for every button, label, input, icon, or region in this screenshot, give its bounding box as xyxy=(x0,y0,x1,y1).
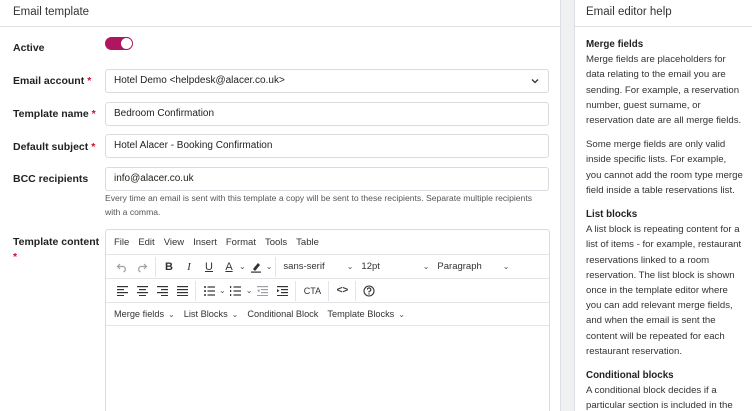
redo-icon[interactable] xyxy=(132,257,152,277)
highlight-icon[interactable] xyxy=(246,257,266,277)
help-heading-list-blocks: List blocks xyxy=(586,209,638,221)
chevron-down-icon[interactable]: ⌄ xyxy=(266,262,273,271)
active-label: Active xyxy=(13,42,45,54)
editor-toolbar-1: B I U A ⌄ ⌄ sans-serif ⌄ 12pt ⌄ Paragrap… xyxy=(106,254,549,278)
toolbar-divider xyxy=(328,280,330,301)
active-toggle[interactable] xyxy=(105,37,133,50)
help-paragraph: A list block is repeating content for a … xyxy=(586,224,742,357)
chevron-down-icon: ⌄ xyxy=(398,309,405,319)
chevron-down-icon[interactable]: ⌄ xyxy=(239,262,246,271)
chevron-down-icon: ⌄ xyxy=(502,262,510,271)
chevron-down-icon: ⌄ xyxy=(231,309,239,319)
template-content-label: Template content * xyxy=(13,236,100,263)
help-heading-conditional-blocks: Conditional blocks xyxy=(586,370,674,382)
chevron-down-icon: ⌄ xyxy=(346,262,354,271)
email-template-panel: Email template Active Email account * Hot… xyxy=(0,0,561,411)
numbered-list-icon[interactable] xyxy=(226,281,246,301)
align-justify-icon[interactable] xyxy=(172,281,192,301)
template-name-input[interactable]: Bedroom Confirmation xyxy=(105,102,549,126)
block-format-select[interactable]: Paragraph ⌄ xyxy=(433,257,513,277)
merge-fields-menu[interactable]: Merge fields ⌄ xyxy=(114,309,175,319)
menu-view[interactable]: View xyxy=(164,237,184,248)
toolbar-divider xyxy=(355,280,357,301)
bullet-list-icon[interactable] xyxy=(199,281,219,301)
help-paragraph: Some merge fields are only valid inside … xyxy=(586,139,743,196)
template-blocks-bar: Merge fields ⌄ List Blocks ⌄ Conditional B… xyxy=(106,302,549,326)
toolbar-divider xyxy=(275,256,277,277)
chevron-down-icon: ⌄ xyxy=(422,262,430,271)
align-center-icon[interactable] xyxy=(132,281,152,301)
chevron-down-icon: ⌄ xyxy=(168,309,175,319)
chevron-down-icon xyxy=(531,79,539,84)
indent-icon[interactable] xyxy=(272,281,292,301)
align-left-icon[interactable] xyxy=(112,281,132,301)
template-blocks-menu[interactable]: Template Blocks ⌄ xyxy=(327,309,405,319)
menu-insert[interactable]: Insert xyxy=(193,237,217,248)
cta-button[interactable]: CTA xyxy=(299,281,325,301)
panel-title: Email template xyxy=(0,0,560,27)
email-editor-help-panel: Email editor help Merge fields Merge fie… xyxy=(574,0,752,411)
font-family-select[interactable]: sans-serif ⌄ xyxy=(279,257,357,277)
undo-icon[interactable] xyxy=(112,257,132,277)
email-account-label: Email account * xyxy=(13,75,92,87)
block-format-value: Paragraph xyxy=(437,261,482,272)
source-code-icon[interactable]: <> xyxy=(332,281,352,301)
default-subject-input[interactable]: Hotel Alacer - Booking Confirmation xyxy=(105,134,549,158)
underline-icon[interactable]: U xyxy=(199,257,219,277)
toolbar-divider xyxy=(155,256,156,277)
bcc-label: BCC recipients xyxy=(13,173,89,185)
email-account-value: Hotel Demo <helpdesk@alacer.co.uk> xyxy=(114,75,285,86)
help-icon[interactable] xyxy=(359,281,379,301)
email-account-select[interactable]: Hotel Demo <helpdesk@alacer.co.uk> xyxy=(105,69,549,93)
bcc-value: info@alacer.co.uk xyxy=(114,173,194,184)
help-heading-merge-fields: Merge fields xyxy=(586,39,644,50)
menu-table[interactable]: Table xyxy=(296,237,319,248)
help-paragraph: A conditional block decides if a particu… xyxy=(586,385,733,411)
help-paragraph: Merge fields are placeholders for data r… xyxy=(586,54,742,127)
font-size-value: 12pt xyxy=(361,261,380,272)
conditional-block-button[interactable]: Conditional Block xyxy=(247,309,318,319)
template-name-value: Bedroom Confirmation xyxy=(114,108,215,119)
bcc-help-text: Every time an email is sent with this te… xyxy=(105,193,533,217)
default-subject-label: Default subject * xyxy=(13,141,96,153)
template-name-label: Template name * xyxy=(13,108,96,120)
editor-menubar: File Edit View Insert Format Tools Table xyxy=(106,230,549,254)
toggle-knob xyxy=(121,38,132,49)
chevron-down-icon[interactable]: ⌄ xyxy=(219,286,226,295)
outdent-icon[interactable] xyxy=(252,281,272,301)
default-subject-value: Hotel Alacer - Booking Confirmation xyxy=(114,140,273,151)
rich-text-editor: File Edit View Insert Format Tools Table… xyxy=(105,229,550,411)
font-size-select[interactable]: 12pt ⌄ xyxy=(357,257,433,277)
editor-toolbar-2: ⌄ ⌄ CTA <> xyxy=(106,278,549,302)
bcc-input[interactable]: info@alacer.co.uk xyxy=(105,167,549,191)
help-body: Merge fields Merge fields are placeholde… xyxy=(575,27,752,411)
font-family-value: sans-serif xyxy=(283,261,325,272)
align-right-icon[interactable] xyxy=(152,281,172,301)
menu-format[interactable]: Format xyxy=(226,237,256,248)
help-panel-title: Email editor help xyxy=(575,0,752,27)
italic-icon[interactable]: I xyxy=(179,257,199,277)
bold-icon[interactable]: B xyxy=(159,257,179,277)
list-blocks-menu[interactable]: List Blocks ⌄ xyxy=(184,309,239,319)
editor-content-area[interactable] xyxy=(106,326,549,411)
chevron-down-icon[interactable]: ⌄ xyxy=(246,286,253,295)
menu-file[interactable]: File xyxy=(114,237,129,248)
text-color-icon[interactable]: A xyxy=(219,257,239,277)
toolbar-divider xyxy=(195,280,196,301)
page: Email template Active Email account * Hot… xyxy=(0,0,752,411)
toolbar-divider xyxy=(295,280,297,301)
menu-edit[interactable]: Edit xyxy=(138,237,154,248)
menu-tools[interactable]: Tools xyxy=(265,237,287,248)
